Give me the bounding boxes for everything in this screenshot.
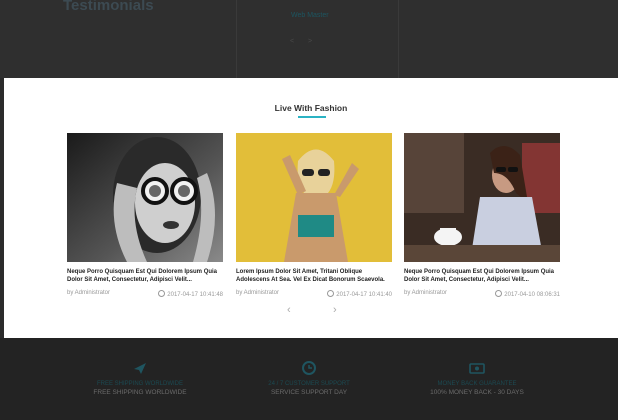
post-date: 2017-04-17 10:41:40 [336, 292, 392, 298]
feature-title: FREE SHIPPING WORLDWIDE [96, 381, 183, 387]
background-top-section: Testimonials Web Master < > [0, 0, 618, 78]
features-bar: FREE SHIPPING WORLDWIDE FREE SHIPPING WO… [0, 338, 618, 420]
blog-photo-woman-yellow-wall [236, 133, 392, 262]
blog-card-headline[interactable]: Neque Porro Quisquam Est Qui Dolorem Ips… [67, 268, 223, 284]
background-divider [398, 0, 399, 78]
clock-icon [158, 290, 166, 297]
blog-card-meta: by Administrator 2017-04-10 08:06:31 [404, 290, 560, 300]
post-date: 2017-04-10 08:06:31 [504, 292, 560, 298]
feature-customer-support: 24 / 7 CUSTOMER SUPPORT SERVICE SUPPORT … [219, 360, 399, 396]
feature-subtitle: 100% MONEY BACK - 30 DAYS [430, 389, 524, 396]
support-icon [302, 361, 316, 375]
carousel-next-button[interactable]: › [333, 304, 337, 316]
testimonial-carousel-dots[interactable]: < > [290, 38, 318, 45]
post-date: 2017-04-17 10:41:48 [167, 292, 223, 298]
clock-icon [327, 290, 335, 297]
blog-card-headline[interactable]: Lorem Ipsum Dolor Sit Amet, Tritani Obli… [236, 268, 392, 284]
post-author: by Administrator [67, 290, 111, 296]
modal-title: Live With Fashion [274, 103, 348, 113]
money-icon [469, 363, 485, 374]
carousel-prev-button[interactable]: ‹ [287, 304, 291, 316]
title-accent-line [298, 116, 326, 118]
testimonials-heading: Testimonials [63, 0, 154, 14]
blog-photo-woman-cafe [404, 133, 560, 262]
blog-card[interactable]: Neque Porro Quisquam Est Qui Dolorem Ips… [404, 133, 560, 300]
blog-card[interactable]: Neque Porro Quisquam Est Qui Dolorem Ips… [67, 133, 223, 300]
blog-card-headline[interactable]: Neque Porro Quisquam Est Qui Dolorem Ips… [404, 268, 560, 284]
blog-card[interactable]: Lorem Ipsum Dolor Sit Amet, Tritani Obli… [236, 133, 392, 300]
blog-photo-woman-sunglasses-bw [67, 133, 223, 262]
post-author: by Administrator [404, 290, 448, 296]
post-date-wrapper: 2017-04-17 10:41:48 [158, 290, 223, 298]
background-divider [236, 0, 237, 78]
post-date-wrapper: 2017-04-10 08:06:31 [495, 290, 560, 298]
blog-card-image[interactable] [236, 133, 392, 262]
blog-card-image[interactable] [404, 133, 560, 262]
blog-card-meta: by Administrator 2017-04-17 10:41:40 [236, 290, 392, 300]
feature-title: MONEY BACK GUARANTEE [437, 381, 517, 387]
plane-icon [134, 363, 146, 374]
clock-icon [495, 290, 503, 297]
feature-money-back: MONEY BACK GUARANTEE 100% MONEY BACK - 3… [387, 360, 567, 396]
feature-free-shipping: FREE SHIPPING WORLDWIDE FREE SHIPPING WO… [50, 360, 230, 396]
post-author: by Administrator [236, 290, 280, 296]
fashion-blog-modal: Live With Fashion Neque Porro Quisquam E… [4, 78, 618, 338]
feature-subtitle: FREE SHIPPING WORLDWIDE [93, 389, 187, 396]
post-date-wrapper: 2017-04-17 10:41:40 [327, 290, 392, 298]
testimonial-author-tag: Web Master [291, 12, 329, 19]
blog-card-meta: by Administrator 2017-04-17 10:41:48 [67, 290, 223, 300]
blog-card-image[interactable] [67, 133, 223, 262]
feature-subtitle: SERVICE SUPPORT DAY [270, 389, 348, 396]
feature-title: 24 / 7 CUSTOMER SUPPORT [268, 381, 350, 387]
